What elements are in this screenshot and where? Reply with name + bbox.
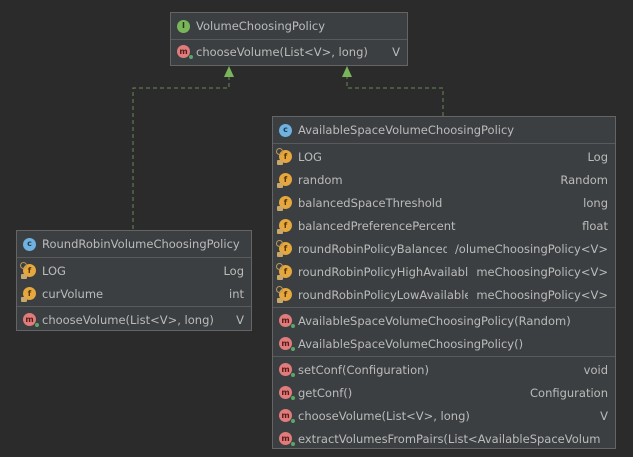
field-icon: f xyxy=(277,219,292,234)
final-field-icon: f xyxy=(276,240,292,257)
available-arrowhead xyxy=(342,66,352,77)
final-field-icon: f xyxy=(276,263,292,280)
roundrobin-box[interactable]: c RoundRobinVolumeChoosingPolicy f LOG L… xyxy=(16,230,252,331)
method-icon: m xyxy=(23,313,39,327)
interface-icon: I xyxy=(177,19,190,33)
method-row[interactable]: m setConf(Configuration) void xyxy=(273,358,615,381)
class-icon: c xyxy=(23,237,36,251)
constructor-row[interactable]: m AvailableSpaceVolumeChoosingPolicy() xyxy=(273,332,615,355)
method-icon: m xyxy=(279,386,295,400)
interface-methods: m chooseVolume(List<V>, long) V xyxy=(171,40,407,63)
interface-name: VolumeChoosingPolicy xyxy=(196,19,326,33)
constructor-row[interactable]: m AvailableSpaceVolumeChoosingPolicy(Ran… xyxy=(273,309,615,332)
final-field-icon: f xyxy=(276,286,292,303)
available-methods: m setConf(Configuration) void m getConf(… xyxy=(273,357,615,451)
roundrobin-arrowhead xyxy=(224,66,234,77)
roundrobin-implements-connector xyxy=(132,73,230,229)
method-row[interactable]: m getConf() Configuration xyxy=(273,381,615,404)
method-row[interactable]: m chooseVolume(List<V>, long) V xyxy=(273,404,615,427)
method-icon: m xyxy=(279,363,295,377)
available-header: c AvailableSpaceVolumeChoosingPolicy xyxy=(273,117,615,144)
field-row[interactable]: f roundRobinPolicyLowAvailable meChoosin… xyxy=(273,283,615,306)
field-row[interactable]: f LOG Log xyxy=(17,259,251,282)
available-constructors: m AvailableSpaceVolumeChoosingPolicy(Ran… xyxy=(273,308,615,357)
field-row[interactable]: f roundRobinPolicyBalanced /olumeChoosin… xyxy=(273,237,615,260)
field-icon: f xyxy=(277,173,292,188)
field-icon: f xyxy=(277,196,292,211)
constructor-icon: m xyxy=(279,314,295,328)
field-row[interactable]: f roundRobinPolicyHighAvailable meChoosi… xyxy=(273,260,615,283)
static-field-icon: f xyxy=(20,262,36,279)
available-implements-connector xyxy=(346,73,444,116)
field-row[interactable]: f random Random xyxy=(273,168,615,191)
interface-box[interactable]: I VolumeChoosingPolicy m chooseVolume(Li… xyxy=(170,12,408,66)
roundrobin-name: RoundRobinVolumeChoosingPolicy xyxy=(42,237,240,251)
static-field-icon: f xyxy=(276,148,292,165)
field-icon: f xyxy=(21,287,36,302)
interface-header: I VolumeChoosingPolicy xyxy=(171,13,407,40)
class-icon: c xyxy=(279,123,292,137)
field-row[interactable]: f balancedPreferencePercent float xyxy=(273,214,615,237)
method-row[interactable]: m extractVolumesFromPairs(List<Available… xyxy=(273,427,615,450)
available-fields: f LOG Log f random Random f balancedSpac… xyxy=(273,144,615,308)
method-icon: m xyxy=(279,409,295,423)
roundrobin-fields: f LOG Log f curVolume int xyxy=(17,258,251,307)
field-row[interactable]: f balancedSpaceThreshold long xyxy=(273,191,615,214)
interface-method-row[interactable]: m chooseVolume(List<V>, long) V xyxy=(171,40,407,63)
available-box[interactable]: c AvailableSpaceVolumeChoosingPolicy f L… xyxy=(272,116,616,449)
roundrobin-methods: m chooseVolume(List<V>, long) V xyxy=(17,307,251,332)
abstract-method-icon: m xyxy=(177,45,193,59)
field-row[interactable]: f curVolume int xyxy=(17,282,251,305)
available-name: AvailableSpaceVolumeChoosingPolicy xyxy=(298,123,515,137)
roundrobin-header: c RoundRobinVolumeChoosingPolicy xyxy=(17,231,251,258)
constructor-icon: m xyxy=(279,337,295,351)
method-row[interactable]: m chooseVolume(List<V>, long) V xyxy=(17,308,251,331)
field-row[interactable]: f LOG Log xyxy=(273,145,615,168)
method-icon: m xyxy=(279,432,295,446)
